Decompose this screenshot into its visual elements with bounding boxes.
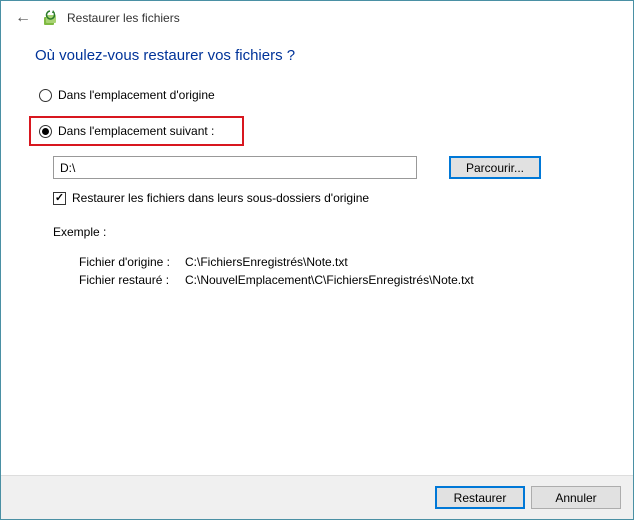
- footer-bar: Restaurer Annuler: [1, 475, 633, 519]
- radio-custom-icon[interactable]: [39, 125, 52, 138]
- radio-option-custom[interactable]: Dans l'emplacement suivant :: [35, 122, 218, 140]
- example-lines: Fichier d'origine : C:\FichiersEnregistr…: [79, 253, 605, 289]
- restore-button[interactable]: Restaurer: [435, 486, 525, 509]
- content-area: Où voulez-vous restaurer vos fichiers ? …: [1, 35, 633, 475]
- restore-icon: [43, 10, 59, 26]
- radio-custom-label: Dans l'emplacement suivant :: [58, 124, 214, 138]
- radio-original-icon[interactable]: [39, 89, 52, 102]
- window-title: Restaurer les fichiers: [67, 11, 180, 25]
- highlighted-option: Dans l'emplacement suivant :: [29, 116, 244, 146]
- radio-option-original[interactable]: Dans l'emplacement d'origine: [35, 86, 605, 104]
- example-original-row: Fichier d'origine : C:\FichiersEnregistr…: [79, 253, 605, 271]
- cancel-button[interactable]: Annuler: [531, 486, 621, 509]
- example-block: Exemple : Fichier d'origine : C:\Fichier…: [53, 225, 605, 289]
- subfolder-checkbox[interactable]: [53, 192, 66, 205]
- example-restored-path: C:\NouvelEmplacement\C\FichiersEnregistr…: [185, 271, 474, 289]
- example-original-path: C:\FichiersEnregistrés\Note.txt: [185, 253, 348, 271]
- subfolder-checkbox-row[interactable]: Restaurer les fichiers dans leurs sous-d…: [53, 191, 605, 205]
- main-heading: Où voulez-vous restaurer vos fichiers ?: [35, 47, 605, 64]
- back-arrow-icon[interactable]: ←: [11, 9, 35, 27]
- subfolder-checkbox-label: Restaurer les fichiers dans leurs sous-d…: [72, 191, 369, 205]
- example-original-label: Fichier d'origine :: [79, 253, 185, 271]
- example-restored-row: Fichier restauré : C:\NouvelEmplacement\…: [79, 271, 605, 289]
- example-restored-label: Fichier restauré :: [79, 271, 185, 289]
- path-row: Parcourir...: [53, 156, 605, 179]
- header-bar: ← Restaurer les fichiers: [1, 1, 633, 35]
- path-input[interactable]: [53, 156, 417, 179]
- radio-original-label: Dans l'emplacement d'origine: [58, 88, 215, 102]
- example-title: Exemple :: [53, 225, 605, 239]
- browse-button[interactable]: Parcourir...: [449, 156, 541, 179]
